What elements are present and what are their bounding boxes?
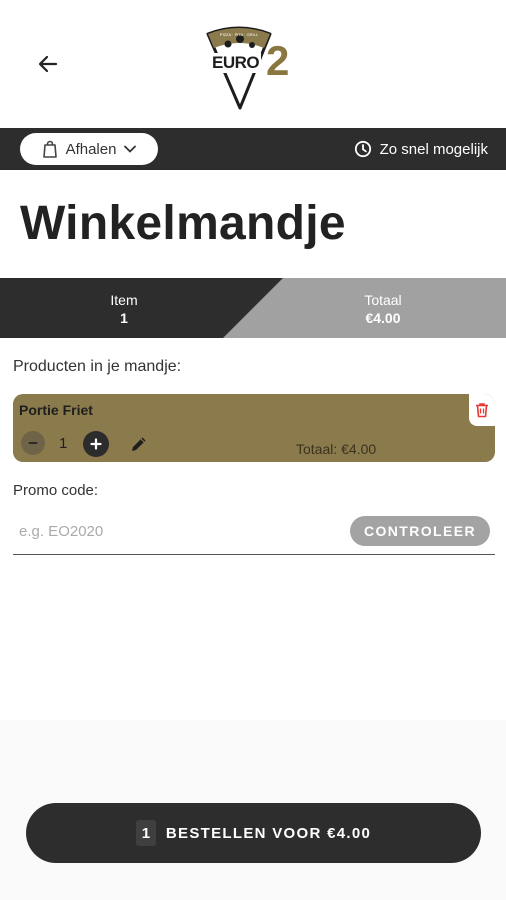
service-bar: Afhalen Zo snel mogelijk <box>0 128 506 170</box>
logo-number: 2 <box>266 37 290 84</box>
increase-quantity-button[interactable] <box>83 431 109 457</box>
cart-summary: Item 1 Totaal €4.00 <box>0 278 506 338</box>
cart-item-name: Portie Friet <box>19 402 93 418</box>
page-title: Winkelmandje <box>20 197 346 250</box>
trash-icon <box>476 403 488 418</box>
decrease-quantity-button[interactable] <box>21 431 45 455</box>
promo-underline <box>13 554 495 555</box>
time-label: Zo snel mogelijk <box>379 140 488 158</box>
summary-item-label: Item <box>110 292 138 308</box>
logo-tagline: PIZZA · PITA · GRILL <box>220 32 259 37</box>
minus-icon <box>28 442 38 444</box>
summary-total-label: Totaal <box>364 292 402 308</box>
cart-item-total: Totaal: €4.00 <box>296 441 377 457</box>
pickup-selector[interactable]: Afhalen <box>20 133 158 165</box>
chevron-down-icon <box>124 145 137 153</box>
summary-items: Item 1 <box>64 291 184 327</box>
plus-icon <box>90 438 102 450</box>
shopping-bag-icon <box>42 140 57 158</box>
products-section-label: Producten in je mandje: <box>13 358 182 375</box>
euro2-logo: PIZZA · PITA · GRILL EURO 2 <box>202 24 302 112</box>
order-item-count-badge: 1 <box>135 820 156 846</box>
promo-code-input[interactable] <box>13 512 343 550</box>
logo-brand-text: EURO <box>210 53 262 73</box>
delete-item-button[interactable] <box>469 394 495 426</box>
summary-total-value: €4.00 <box>365 310 401 326</box>
order-button[interactable]: 1 BESTELLEN VOOR €4.00 <box>26 803 481 863</box>
check-promo-button[interactable]: CONTROLEER <box>350 516 490 546</box>
order-button-label: BESTELLEN VOOR €4.00 <box>165 824 372 842</box>
quantity-value: 1 <box>59 435 68 452</box>
edit-item-button[interactable] <box>129 434 151 456</box>
arrow-left-icon <box>38 55 58 73</box>
time-selector[interactable]: Zo snel mogelijk <box>354 128 488 170</box>
cart-item: Portie Friet 1 Totaal: €4.00 <box>13 394 495 462</box>
app-header: PIZZA · PITA · GRILL EURO 2 <box>0 0 506 128</box>
summary-total: Totaal €4.00 <box>323 291 443 327</box>
clock-icon <box>354 140 371 158</box>
promo-code-label: Promo code: <box>13 482 99 499</box>
pencil-icon <box>132 437 146 451</box>
pickup-label: Afhalen <box>65 140 117 158</box>
summary-item-count: 1 <box>120 310 128 326</box>
back-button[interactable] <box>30 46 66 82</box>
